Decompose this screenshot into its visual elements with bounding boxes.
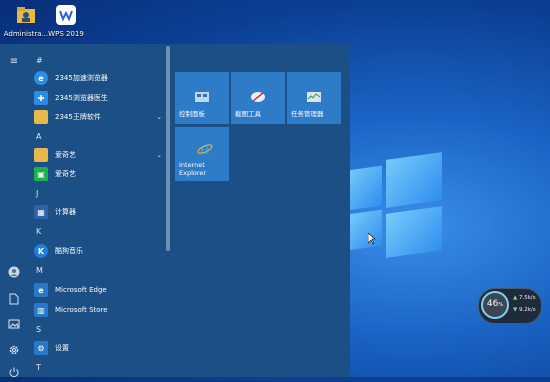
tile-internet-explorer[interactable]: e Internet Explorer bbox=[175, 127, 229, 181]
control-panel-icon bbox=[195, 92, 209, 102]
group-header[interactable]: K bbox=[36, 227, 41, 236]
browser-2345-icon: e bbox=[34, 71, 48, 85]
app-item-iqiyi[interactable]: ▣ 爱奇艺 bbox=[34, 165, 166, 183]
cpu-percent: 46% bbox=[486, 299, 504, 309]
chevron-down-icon[interactable]: ⌄ bbox=[156, 113, 162, 121]
start-menu: ≡ # e 2345加速浏览器 ✚ 2345浏览器医生 2345王牌软件 ⌄ A… bbox=[0, 44, 350, 378]
tile-control-panel[interactable]: 控制面板 bbox=[175, 72, 229, 124]
group-header[interactable]: A bbox=[36, 132, 41, 141]
upload-speed: ▲ 7.5k/s bbox=[513, 295, 536, 301]
chevron-down-icon[interactable]: ⌄ bbox=[156, 151, 162, 159]
user-folder-icon bbox=[17, 7, 35, 23]
svg-text:e: e bbox=[201, 141, 210, 157]
kugou-icon: K bbox=[34, 244, 48, 258]
tile-label: Internet Explorer bbox=[179, 161, 207, 177]
system-monitor-widget[interactable]: 46% ▲ 7.5k/s ▼ 9.2k/s bbox=[478, 288, 542, 324]
task-manager-icon bbox=[307, 92, 321, 102]
app-item-settings[interactable]: ⚙ 设置 bbox=[34, 339, 166, 357]
app-item-calculator[interactable]: ▦ 计算器 bbox=[34, 203, 166, 221]
app-item-kugou[interactable]: K 酷狗音乐 bbox=[34, 242, 166, 260]
snipping-tool-icon bbox=[251, 92, 265, 102]
edge-icon: e bbox=[34, 283, 48, 297]
download-arrow-icon: ▼ bbox=[513, 307, 518, 313]
cpu-gauge: 46% bbox=[481, 291, 509, 319]
internet-explorer-icon: e bbox=[197, 141, 213, 157]
app-item-store[interactable]: ▥ Microsoft Store bbox=[34, 301, 166, 319]
download-speed: ▼ 9.2k/s bbox=[513, 307, 536, 313]
group-header[interactable]: S bbox=[36, 325, 41, 334]
desktop-icon-label: WPS 2019 bbox=[48, 30, 84, 38]
upload-arrow-icon: ▲ bbox=[513, 295, 518, 301]
group-header[interactable]: # bbox=[36, 56, 43, 65]
documents-icon[interactable] bbox=[8, 293, 20, 305]
group-header[interactable]: J bbox=[36, 189, 38, 198]
tile-task-manager[interactable]: 任务管理器 bbox=[287, 72, 341, 124]
app-item-2345-software[interactable]: 2345王牌软件 ⌄ bbox=[34, 108, 166, 126]
iqiyi-icon: ▣ bbox=[34, 167, 48, 181]
pictures-icon[interactable] bbox=[8, 319, 20, 331]
settings-gear-icon[interactable] bbox=[8, 344, 20, 356]
app-item-2345-browser[interactable]: e 2345加速浏览器 bbox=[34, 69, 166, 87]
user-avatar-icon[interactable] bbox=[8, 266, 20, 278]
settings-gear-icon: ⚙ bbox=[34, 341, 48, 355]
folder-icon bbox=[34, 110, 48, 124]
store-bag-icon: ▥ bbox=[34, 303, 48, 317]
group-header[interactable]: T bbox=[36, 363, 41, 372]
app-item-2345-doctor[interactable]: ✚ 2345浏览器医生 bbox=[34, 89, 166, 107]
wps-icon bbox=[56, 5, 76, 25]
tile-snipping-tool[interactable]: 截图工具 bbox=[231, 72, 285, 124]
calculator-icon: ▦ bbox=[34, 205, 48, 219]
app-item-edge[interactable]: e Microsoft Edge bbox=[34, 281, 166, 299]
folder-icon bbox=[34, 148, 48, 162]
start-menu-rail: ≡ bbox=[0, 44, 28, 378]
power-icon[interactable] bbox=[8, 366, 20, 378]
desktop-icon-wps[interactable]: WPS 2019 bbox=[42, 4, 90, 38]
hamburger-menu-icon[interactable]: ≡ bbox=[8, 56, 20, 68]
mouse-cursor-icon bbox=[368, 233, 376, 245]
group-header[interactable]: M bbox=[36, 266, 43, 275]
app-list[interactable]: # e 2345加速浏览器 ✚ 2345浏览器医生 2345王牌软件 ⌄ A 爱… bbox=[28, 44, 166, 377]
shield-icon: ✚ bbox=[34, 91, 48, 105]
app-item-iqiyi-folder[interactable]: 爱奇艺 ⌄ bbox=[34, 146, 166, 164]
app-list-scrollbar[interactable] bbox=[166, 46, 170, 251]
